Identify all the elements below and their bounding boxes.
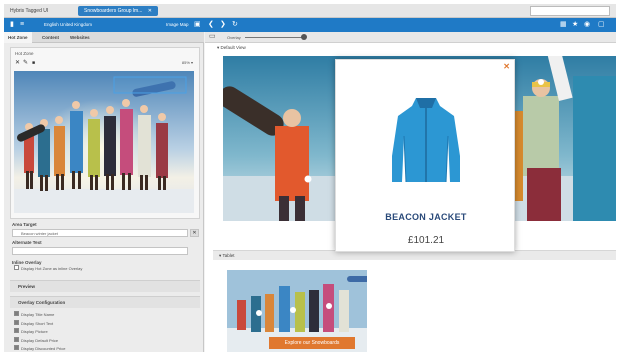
preview-label: Preview (18, 284, 36, 289)
tab-hot-zone-label: Hot Zone (8, 35, 28, 40)
tab-snowboarders-label: Snowboarders Group lm... (84, 8, 143, 14)
overlay-config-label: Overlay Configuration (18, 300, 66, 305)
hot-zone-editor: Hot Zone ✕ ✎ ■ 85% ▾ (10, 47, 200, 219)
hot-zone-title: Hot Zone (15, 51, 34, 56)
explore-snowboards-banner[interactable]: Explore our Snowboards (269, 337, 355, 349)
delete-icon[interactable]: ✕ (15, 59, 20, 67)
tab-snowboarders[interactable]: Snowboarders Group lm... ✕ (78, 6, 158, 16)
edit-icon[interactable]: ✎ (23, 59, 28, 67)
tab-hybris-label: Hybris Tagged UI (10, 8, 49, 14)
explore-caption: Explore our Snowboards (284, 340, 340, 346)
window-icon[interactable]: ▢ (598, 20, 605, 30)
image-map-icon[interactable]: ▣ (194, 20, 201, 30)
star-icon[interactable]: ★ (572, 20, 578, 30)
area-target-label: Area Target (12, 222, 37, 227)
app-window: Hybris Tagged UI Snowboarders Group lm..… (4, 4, 616, 352)
tab-content[interactable]: Content (42, 32, 59, 43)
slider-label: Overlay (227, 35, 241, 40)
toolbar: ▮ ≡ English United Kingdom Image Map ▣ ❮… (4, 18, 616, 32)
overlay-option[interactable]: Display Short Text (14, 319, 54, 326)
overlay-option-label: Display Picture (21, 329, 48, 334)
forward-icon[interactable]: ❯ (220, 20, 226, 30)
tab-content-label: Content (42, 35, 59, 40)
product-overlay: ✕ BEACON JACKET £101.21 (335, 59, 515, 252)
site-selector[interactable]: English United Kingdom (44, 20, 92, 30)
clear-target-button[interactable]: ✕ (190, 229, 199, 237)
checkbox[interactable] (14, 311, 19, 317)
overlay-slider-bar: ▭ Overlay (205, 32, 616, 43)
hot-zone-tools: ✕ ✎ ■ 85% ▾ (15, 59, 195, 68)
list-icon[interactable]: ≡ (20, 20, 24, 30)
editor-panel: Hot Zone Content Websites Hot Zone ✕ ✎ ■… (4, 32, 204, 352)
overlay-option[interactable]: Display Title Name (14, 311, 55, 317)
preview-section[interactable]: Preview (10, 280, 200, 292)
checkbox[interactable] (14, 345, 19, 351)
monitor-icon[interactable]: ▭ (209, 32, 216, 42)
overlay-option-label: Display Default Price (21, 337, 59, 343)
select-icon[interactable]: ■ (32, 59, 35, 67)
checkbox[interactable] (14, 328, 19, 334)
tab-hot-zone[interactable]: Hot Zone (4, 32, 32, 43)
close-icon[interactable]: ✕ (148, 8, 152, 14)
tab-websites-label: Websites (70, 35, 90, 40)
checkbox[interactable] (14, 319, 19, 325)
area-target-value: Beacon winter jacket (21, 231, 58, 236)
close-icon[interactable]: ✕ (503, 62, 510, 71)
slider-handle[interactable] (301, 34, 307, 40)
alt-text-field[interactable] (12, 247, 188, 255)
snowboarders-photo (14, 71, 194, 213)
editor-tabs: Hot Zone Content Websites (4, 32, 204, 43)
image-map-label[interactable]: Image Map (166, 20, 189, 30)
overlay-config-section[interactable]: Overlay Configuration (10, 296, 200, 308)
refresh-icon[interactable]: ↻ (232, 20, 238, 30)
sidebar-toggle-icon[interactable]: ▮ (10, 20, 14, 30)
tablet-view-label: Tablet (222, 253, 235, 258)
slider-track[interactable] (245, 37, 305, 38)
product-price: £101.21 (407, 235, 445, 246)
jacket-image (392, 98, 460, 183)
inline-overlay-check-label: Display Hot Zone as inline Overlay (21, 266, 83, 271)
tab-websites[interactable]: Websites (70, 32, 90, 43)
tablet-preview: Explore our Snowboards (227, 270, 367, 352)
default-view-label: Default View (220, 45, 246, 50)
checkbox[interactable] (14, 265, 19, 271)
overlay-option[interactable]: Display Picture (14, 328, 48, 334)
inline-overlay-label: Inline Overlay (12, 260, 42, 265)
zoom-select[interactable]: 85% ▾ (182, 59, 193, 67)
default-view-heading[interactable]: ▾ Default View (217, 45, 246, 51)
overlay-option[interactable]: Display Discounted Price (14, 345, 66, 351)
inline-overlay-checkbox[interactable]: Display Hot Zone as inline Overlay (14, 265, 83, 271)
alt-text-label: Alternate Text (12, 240, 42, 245)
tab-bar: Hybris Tagged UI Snowboarders Group lm..… (4, 4, 616, 18)
back-icon[interactable]: ❮ (208, 20, 214, 30)
area-target-field[interactable]: Beacon winter jacket (12, 229, 188, 237)
hot-zone-image[interactable] (14, 71, 194, 213)
search-input[interactable] (530, 6, 610, 16)
grid-icon[interactable]: ▦ (560, 20, 567, 30)
overlay-option-label: Display Title Name (21, 312, 55, 317)
product-name: BEACON JACKET (385, 212, 467, 222)
eye-icon[interactable]: ◉ (584, 20, 590, 30)
overlay-option-label: Display Discounted Price (21, 346, 66, 351)
checkbox[interactable] (14, 336, 19, 342)
overlay-option-label: Display Short Text (21, 320, 54, 326)
tab-hybris[interactable]: Hybris Tagged UI (10, 6, 48, 16)
overlay-option[interactable]: Display Default Price (14, 336, 59, 343)
